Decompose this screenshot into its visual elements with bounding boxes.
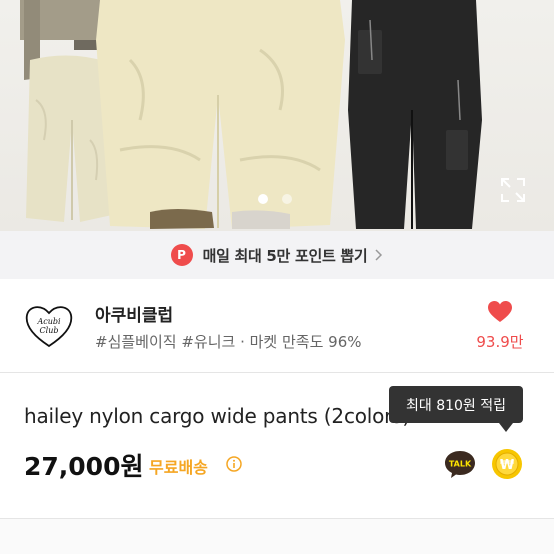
like-button[interactable]: 93.9만 [470, 301, 530, 352]
product-price: 27,000원 [24, 452, 144, 481]
info-icon[interactable] [226, 456, 242, 472]
reward-tooltip: 최대 810원 적립 [389, 386, 523, 423]
shop-tags: #심플베이직 #유니크 · 마켓 만족도 96% [95, 333, 362, 351]
shop-logo-text-2: Club [40, 326, 59, 335]
section-divider [0, 372, 554, 373]
point-draw-banner[interactable]: P 매일 최대 5만 포인트 뽑기 [0, 231, 554, 279]
point-icon: P [170, 244, 193, 266]
chevron-right-icon [375, 249, 383, 261]
shop-logo-text-1: Acubi [36, 317, 61, 326]
expand-icon[interactable] [500, 177, 526, 203]
banner-text: 매일 최대 5만 포인트 뽑기 [202, 246, 368, 265]
product-title: hailey nylon cargo wide pants (2colors) [24, 404, 411, 428]
talk-button[interactable]: TALK [443, 448, 477, 480]
gallery-pagination [258, 194, 292, 204]
pagination-dot-active[interactable] [258, 194, 268, 204]
won-icon: ₩ [500, 458, 515, 473]
heart-icon [488, 301, 512, 322]
tooltip-arrow [499, 423, 513, 432]
next-section [0, 519, 554, 554]
talk-label: TALK [449, 460, 472, 469]
product-image-gallery[interactable] [0, 0, 554, 231]
like-count: 93.9만 [476, 333, 524, 351]
shop-logo[interactable]: Acubi Club [24, 303, 74, 349]
pagination-dot[interactable] [282, 194, 292, 204]
shop-name[interactable]: 아쿠비클럽 [95, 301, 173, 326]
point-won-button[interactable]: ₩ [491, 448, 523, 480]
shop-info[interactable]: Acubi Club 아쿠비클럽 #심플베이직 #유니크 · 마켓 만족도 96… [0, 279, 554, 373]
free-shipping-label: 무료배송 [149, 458, 208, 477]
